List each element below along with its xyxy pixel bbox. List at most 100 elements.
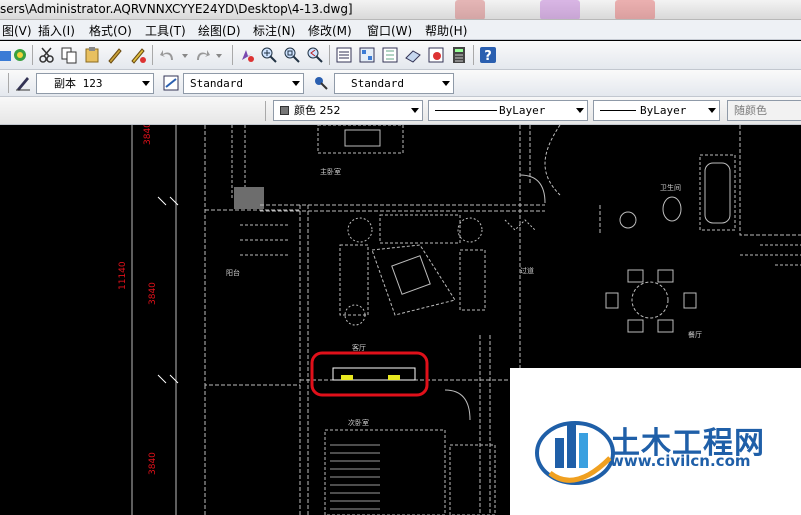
menu-help[interactable]: 帮助(H): [421, 22, 471, 39]
dimension-text-mid: 3840: [148, 282, 158, 305]
armchair: [457, 217, 483, 243]
chair: [605, 292, 619, 309]
civilcn-logo-icon: [535, 421, 615, 485]
copy-icon[interactable]: [59, 45, 79, 65]
zoom-previous-icon[interactable]: [305, 45, 325, 65]
chair: [657, 269, 674, 283]
room-label: 客厅: [352, 343, 366, 352]
chair: [657, 319, 674, 333]
dimension-text-total: 11140: [118, 261, 128, 290]
toilet: [662, 196, 682, 222]
title-bar: sers\Administrator.AQRVNNXCYYE24YD\Deskt…: [0, 0, 801, 20]
calculator-icon[interactable]: [449, 45, 469, 65]
color-select[interactable]: 颜色 252: [273, 100, 423, 121]
text-style-select[interactable]: 副本 123: [36, 73, 154, 94]
menu-insert[interactable]: 插入(I): [34, 22, 79, 39]
watermark: 土木工程网 www.civilcn.com: [510, 368, 801, 515]
watermark-url: www.civilcn.com: [610, 452, 751, 470]
plot-style-select: 随颜色: [727, 100, 801, 121]
room-label: 主卧室: [320, 167, 341, 176]
menu-bar: 图(V) 插入(I) 格式(O) 工具(T) 绘图(D) 标注(N) 修改(M)…: [0, 20, 801, 40]
sink: [619, 211, 637, 229]
dim-style-select[interactable]: Standard: [183, 73, 304, 94]
dimension-text-top: 3840: [143, 125, 153, 145]
lineweight-preview: [600, 110, 636, 111]
menu-view[interactable]: 图(V): [0, 22, 36, 39]
tv-speaker: [388, 375, 400, 380]
rug: [371, 244, 456, 316]
bathtub: [704, 162, 731, 224]
door-swing: [519, 174, 546, 204]
sofa: [339, 244, 369, 316]
menu-draw[interactable]: 绘图(D): [194, 22, 245, 39]
menu-modify[interactable]: 修改(M): [304, 22, 356, 39]
background-icon: [455, 0, 485, 19]
tv-speaker: [341, 375, 353, 380]
dimension-text-bottom: 3840: [148, 452, 158, 475]
column: [234, 187, 264, 209]
highlight-annotation: [310, 351, 429, 397]
table-style-select[interactable]: Standard: [334, 73, 454, 94]
block-editor-icon[interactable]: [128, 45, 148, 65]
dim-style-icon[interactable]: [161, 73, 181, 93]
design-center-icon[interactable]: [357, 45, 377, 65]
match-properties-icon[interactable]: [105, 45, 125, 65]
table-style-icon[interactable]: [311, 73, 331, 93]
cut-icon[interactable]: [37, 45, 57, 65]
properties-toolbar: 颜色 252 ByLayer ByLayer 随颜色: [0, 97, 801, 125]
coffee-table: [391, 255, 431, 295]
dimension-tick: [157, 374, 179, 384]
wardrobe: [449, 444, 496, 515]
room-label: 餐厅: [688, 330, 702, 339]
styles-toolbar: 副本 123 Standard Standard: [0, 70, 801, 97]
wall: [479, 335, 491, 515]
zoom-realtime-icon[interactable]: [259, 45, 279, 65]
paste-icon[interactable]: [82, 45, 102, 65]
dimension-tick: [157, 196, 179, 206]
wall: [240, 224, 290, 256]
linetype-preview: [435, 110, 497, 111]
menu-window[interactable]: 窗口(W): [363, 22, 416, 39]
properties-icon[interactable]: [334, 45, 354, 65]
background-icon: [540, 0, 580, 19]
menu-format[interactable]: 格式(O): [85, 22, 136, 39]
menu-dimension[interactable]: 标注(N): [249, 22, 299, 39]
door-swing: [544, 125, 561, 196]
help-icon[interactable]: ?: [478, 45, 498, 65]
room-label: 过道: [520, 266, 534, 275]
standard-toolbar: ?: [0, 41, 801, 70]
room-label: 卫生间: [660, 183, 681, 192]
lineweight-select[interactable]: ByLayer: [593, 100, 720, 121]
markup-set-icon[interactable]: [426, 45, 446, 65]
text-style-icon[interactable]: [13, 73, 33, 93]
chair: [683, 292, 697, 309]
color-swatch: [280, 106, 289, 115]
bed: [324, 429, 446, 515]
sofa: [459, 249, 486, 311]
chair: [627, 269, 644, 283]
publish-icon[interactable]: [10, 45, 30, 65]
wall: [204, 379, 510, 515]
wall: [260, 204, 545, 212]
linetype-select[interactable]: ByLayer: [428, 100, 588, 121]
chair: [627, 319, 644, 333]
room-label: 次卧室: [348, 418, 369, 427]
furniture: [317, 125, 404, 154]
menu-tools[interactable]: 工具(T): [141, 22, 190, 39]
window-title: sers\Administrator.AQRVNNXCYYE24YD\Deskt…: [0, 2, 353, 16]
zoom-window-icon[interactable]: [282, 45, 302, 65]
armchair: [347, 217, 373, 243]
dining-table: [631, 281, 669, 319]
wall: [299, 205, 309, 515]
background-icon: [615, 0, 655, 19]
svg-text:?: ?: [484, 49, 492, 64]
pan-icon[interactable]: [237, 45, 257, 65]
sofa: [379, 214, 461, 244]
sheet-set-icon[interactable]: [403, 45, 423, 65]
wall: [740, 244, 801, 266]
tool-palettes-icon[interactable]: [380, 45, 400, 65]
furniture: [344, 129, 381, 147]
door-swing: [444, 389, 471, 421]
redo-dropdown-icon[interactable]: [209, 45, 229, 65]
bed-hatch: [330, 444, 380, 510]
